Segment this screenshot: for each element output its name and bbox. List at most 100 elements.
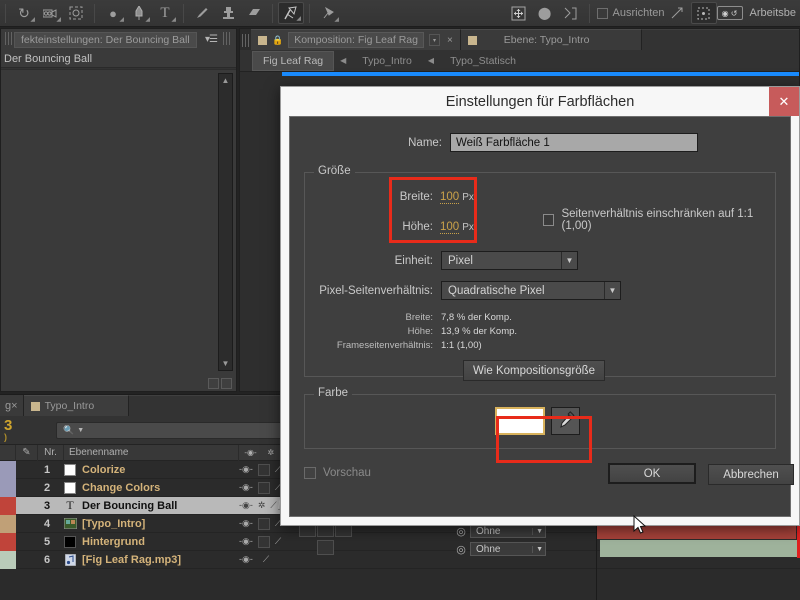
col-header-nr[interactable]: Nr. xyxy=(38,444,64,461)
tab-komposition-fig-leaf-rag[interactable]: 🔒 Komposition: Fig Leaf Rag ▾ × xyxy=(251,29,461,50)
dialog-title: Einstellungen für Farbflächen xyxy=(445,93,635,110)
parent-select[interactable]: Ohne▼ xyxy=(470,524,546,538)
layer-name[interactable]: Hintergrund xyxy=(80,536,235,548)
subtab-typo-intro[interactable]: Typo_Intro xyxy=(352,52,422,70)
snapping-checkbox-box[interactable] xyxy=(596,7,608,19)
effect-controls-panel: fekteinstellungen: Der Bouncing Ball ▾☰ … xyxy=(0,28,237,392)
layer-color-block xyxy=(0,514,16,533)
cancel-button[interactable]: Abbrechen xyxy=(708,464,794,485)
comp-size-button[interactable]: Wie Kompositionsgröße xyxy=(463,360,605,381)
anchor-point-tool-icon[interactable] xyxy=(506,2,532,24)
shape-tool-icon[interactable]: ● ◢ xyxy=(100,2,126,24)
timeline-tab-swatch-icon xyxy=(30,401,40,411)
timeline-tab-prev[interactable]: g × xyxy=(0,395,24,416)
snap-region-icon[interactable] xyxy=(690,2,717,24)
height-label: Höhe: xyxy=(402,221,433,233)
layer-name[interactable]: Change Colors xyxy=(80,482,235,494)
parent-pick-whip-icon[interactable]: ◎ xyxy=(452,525,470,538)
timeline-tab-label: Typo_Intro xyxy=(44,400,95,412)
layer-name[interactable]: Colorize xyxy=(80,464,235,476)
toolbar-divider-6 xyxy=(588,3,590,23)
tab-label-ebene[interactable]: Ebene: Typo_Intro xyxy=(482,34,590,46)
effects-vertical-scrollbar[interactable]: ▲ ▼ xyxy=(218,73,233,371)
parent-select[interactable]: Ohne▼ xyxy=(470,542,546,556)
tab-timeline-typo-intro[interactable]: Typo_Intro xyxy=(23,395,129,416)
lock-icon[interactable]: 🔒 xyxy=(272,35,283,46)
chevron-down-icon[interactable]: ▼ xyxy=(561,252,577,269)
audio-layer-icon xyxy=(60,553,80,566)
subtab-typo-statisch[interactable]: Typo_Statisch xyxy=(440,52,526,70)
layer-name[interactable]: [Typo_Intro] xyxy=(80,518,235,530)
parent-select-value: Ohne xyxy=(476,543,501,555)
snapping-tool-icon[interactable] xyxy=(558,2,584,24)
workspace-switcher-icon[interactable]: ◉ ↺ xyxy=(716,6,743,20)
rotation-tool-icon[interactable]: ↻ ◢ xyxy=(11,2,37,24)
height-value[interactable]: 100 xyxy=(440,221,460,234)
panel-grip-right[interactable] xyxy=(223,31,230,45)
puppet-pin-tool-icon[interactable]: ◢ xyxy=(315,2,341,24)
eraser-tool-icon[interactable] xyxy=(241,2,267,24)
layer-color-block xyxy=(0,460,16,479)
col-header-ebenenname[interactable]: Ebenenname xyxy=(64,444,239,461)
toolbar-divider-2 xyxy=(94,3,95,23)
timecode-subvalue: ) xyxy=(4,432,7,442)
panel-corner-btn-1[interactable] xyxy=(208,378,219,389)
eyedropper-icon[interactable] xyxy=(551,407,580,435)
layer-color-block xyxy=(0,496,16,515)
tab-label-komposition[interactable]: Komposition: Fig Leaf Rag xyxy=(288,32,424,48)
panel-corner-btn-2[interactable] xyxy=(221,378,232,389)
search-dropdown-icon[interactable]: ▼ xyxy=(77,427,84,434)
camera-tool-icon[interactable]: ◢ xyxy=(37,2,63,24)
tab-close-icon[interactable]: × xyxy=(447,35,453,46)
pen-tool-icon[interactable]: ◢ xyxy=(126,2,152,24)
preview-checkbox-row[interactable]: Vorschau xyxy=(304,467,371,479)
parent-pick-whip-icon[interactable]: ◎ xyxy=(452,543,470,556)
scroll-up-icon[interactable]: ▲ xyxy=(219,74,232,87)
snapping-checkbox[interactable]: Ausrichten xyxy=(596,7,665,19)
after-effects-window: ↻ ◢ ◢ ● ◢ ◢ T ◢ ◢ ◢ ⬤ Ausrichten ◉ ↺ Arbeit… xyxy=(0,0,800,600)
comp-tab-swatch-icon xyxy=(258,35,267,45)
tab-effect-controls[interactable]: fekteinstellungen: Der Bouncing Ball xyxy=(14,31,197,48)
roto-brush-tool-icon[interactable]: ◢ xyxy=(278,2,304,24)
workspace-label[interactable]: Arbeitsbe xyxy=(750,7,796,19)
preview-checkbox[interactable] xyxy=(304,467,316,479)
mask-ellipse-icon[interactable]: ⬤ xyxy=(532,2,558,24)
layer-name[interactable]: Der Bouncing Ball xyxy=(80,500,235,512)
width-value[interactable]: 100 xyxy=(440,191,460,204)
width-label: Breite: xyxy=(399,191,433,203)
ok-button[interactable]: OK xyxy=(608,463,696,484)
panel-grip[interactable] xyxy=(5,31,12,45)
close-icon[interactable]: ✕ xyxy=(769,87,799,116)
type-tool-icon[interactable]: T ◢ xyxy=(152,2,178,24)
unit-label: Einheit: xyxy=(394,254,433,267)
info-label-height: Höhe: xyxy=(407,325,433,337)
pixel-aspect-label: Pixel-Seitenverhältnis: xyxy=(319,284,433,297)
layer-bar-fig-leaf-rag[interactable] xyxy=(600,540,800,557)
tab-dropdown-icon[interactable]: ▾ xyxy=(428,34,440,46)
timecode-display[interactable]: 3 ) xyxy=(0,418,56,442)
pan-behind-tool-icon[interactable] xyxy=(63,2,89,24)
unit-select[interactable]: Pixel ▼ xyxy=(441,251,578,270)
timeline-tab-close-icon[interactable]: × xyxy=(11,400,17,412)
parent-select-value: Ohne xyxy=(476,525,501,537)
pixel-aspect-select[interactable]: Quadratische Pixel ▼ xyxy=(441,281,621,300)
tab-ebene-typo-intro[interactable]: Ebene: Typo_Intro xyxy=(460,29,643,50)
aspect-checkbox[interactable] xyxy=(543,214,555,226)
dialog-titlebar[interactable]: Einstellungen für Farbflächen ✕ xyxy=(281,87,799,116)
layer-name[interactable]: [Fig Leaf Rag.mp3] xyxy=(80,554,235,566)
comp-panel-grip[interactable] xyxy=(242,34,249,47)
layer-number: 3 xyxy=(43,499,51,512)
white-square-icon xyxy=(60,463,80,476)
snap-arrow-icon[interactable] xyxy=(665,2,691,24)
subtab-fig-leaf-rag[interactable]: Fig Leaf Rag xyxy=(252,50,335,71)
solid-settings-dialog: Einstellungen für Farbflächen ✕ Name: We… xyxy=(280,86,800,526)
brush-tool-icon[interactable] xyxy=(189,2,215,24)
name-input[interactable]: Weiß Farbfläche 1 xyxy=(450,133,698,152)
color-swatch[interactable] xyxy=(495,407,545,435)
aspect-checkbox-row[interactable]: Seitenverhältnis einschränken auf 1:1 (1… xyxy=(543,208,775,232)
clone-stamp-tool-icon[interactable] xyxy=(215,2,241,24)
chevron-down-icon[interactable]: ▼ xyxy=(604,282,620,299)
col-brush-icon: ✎ xyxy=(16,444,38,461)
scroll-down-icon[interactable]: ▼ xyxy=(219,357,232,370)
panel-menu-icon[interactable]: ▾☰ xyxy=(205,34,218,45)
